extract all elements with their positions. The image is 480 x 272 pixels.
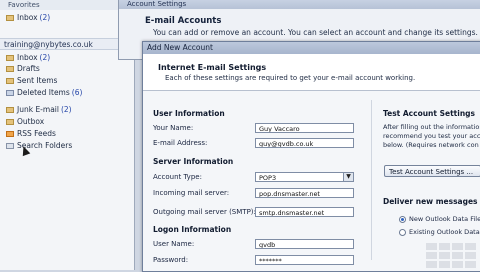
folder-count: (6) <box>71 88 83 97</box>
account-settings-title: Account Settings <box>119 0 480 9</box>
account-type-value: POP3 <box>259 174 277 182</box>
outgoing-mail-server-label: Outgoing mail server (SMTP): <box>153 208 256 216</box>
account-type-select[interactable]: POP3 ▼ <box>255 172 354 182</box>
folder-rss-feeds[interactable]: RSS Feeds <box>6 128 56 139</box>
favorite-inbox[interactable]: Inbox (2) <box>6 12 50 23</box>
test-instructions-line-2: recommend you test your account <box>383 132 480 140</box>
email-address-label: E-mail Address: <box>153 139 208 147</box>
folder-label: Outbox <box>17 117 45 126</box>
junk-email-icon <box>6 107 14 113</box>
rss-feeds-icon <box>6 131 14 137</box>
folder-label: Inbox <box>17 53 38 62</box>
add-new-account-dialog: Add New Account Internet E-mail Settings… <box>142 41 480 272</box>
internet-email-settings-title: Internet E-mail Settings <box>158 63 267 72</box>
account-type-label: Account Type: <box>153 173 202 181</box>
inbox-icon <box>6 15 14 21</box>
favorite-inbox-count: (2) <box>39 13 51 22</box>
folder-label: Deleted Items <box>17 88 70 97</box>
test-instructions-line-1: After filling out the information <box>383 123 480 131</box>
folder-junk-email[interactable]: Junk E-mail (2) <box>6 104 72 115</box>
sent-items-icon <box>6 78 14 84</box>
account-label: training@nybytes.co.uk <box>4 40 93 49</box>
dialog-title: Add New Account <box>143 42 480 54</box>
folder-drafts[interactable]: Drafts <box>6 63 40 74</box>
account-folder[interactable]: training@nybytes.co.uk <box>0 38 134 50</box>
deleted-items-icon <box>6 90 14 96</box>
folder-count: (2) <box>39 53 51 62</box>
navigation-pane: Favorites Inbox (2) training@nybytes.co.u… <box>0 0 135 270</box>
folder-label: Drafts <box>17 64 40 73</box>
inbox-icon <box>6 55 14 61</box>
test-account-settings-button[interactable]: Test Account Settings ... <box>384 165 480 177</box>
email-accounts-description: You can add or remove an account. You ca… <box>153 28 478 37</box>
folder-label: RSS Feeds <box>17 129 56 138</box>
folder-count: (2) <box>60 105 72 114</box>
outgoing-mail-server-input[interactable]: smtp.dnsmaster.net <box>255 207 354 217</box>
new-data-file-radio[interactable] <box>399 216 406 223</box>
your-name-input[interactable]: Guy Vaccaro <box>255 123 354 133</box>
folder-search-folders[interactable]: Search Folders <box>6 140 72 151</box>
column-divider <box>371 100 372 260</box>
watermark-logo <box>424 243 480 270</box>
folder-label: Sent Items <box>17 76 58 85</box>
folder-sent-items[interactable]: Sent Items <box>6 75 57 86</box>
user-information-heading: User Information <box>153 109 225 118</box>
favorite-inbox-label: Inbox <box>17 13 38 22</box>
folder-inbox[interactable]: Inbox (2) <box>6 52 50 63</box>
logon-information-heading: Logon Information <box>153 225 232 234</box>
dialog-header <box>143 54 480 91</box>
folder-outbox[interactable]: Outbox <box>6 116 44 127</box>
drafts-icon <box>6 66 14 72</box>
email-address-input[interactable]: guy@gvdb.co.uk <box>255 138 354 148</box>
internet-email-settings-description: Each of these settings are required to g… <box>165 74 416 82</box>
password-label: Password: <box>153 256 189 264</box>
favorites-header[interactable]: Favorites <box>0 0 134 10</box>
outbox-icon <box>6 119 14 125</box>
your-name-label: Your Name: <box>153 124 194 132</box>
test-instructions-line-3: below. (Requires network con <box>383 141 479 149</box>
search-folders-icon <box>6 143 14 149</box>
email-accounts-heading: E-mail Accounts <box>145 16 222 26</box>
incoming-mail-server-input[interactable]: pop.dnsmaster.net <box>255 188 354 198</box>
existing-data-file-radio[interactable] <box>399 229 406 236</box>
deliver-new-messages-heading: Deliver new messages to: <box>383 197 480 206</box>
new-data-file-label: New Outlook Data File <box>409 215 480 223</box>
chevron-down-icon[interactable]: ▼ <box>343 173 353 181</box>
server-information-heading: Server Information <box>153 157 234 166</box>
user-name-label: User Name: <box>153 240 195 248</box>
test-account-settings-heading: Test Account Settings <box>383 109 475 118</box>
folder-label: Junk E-mail <box>17 105 59 114</box>
folder-deleted-items[interactable]: Deleted Items (6) <box>6 87 82 98</box>
user-name-input[interactable]: gvdb <box>255 239 354 249</box>
incoming-mail-server-label: Incoming mail server: <box>153 189 230 197</box>
existing-data-file-label: Existing Outlook Data File <box>409 228 480 236</box>
password-input[interactable]: ******* <box>255 255 354 265</box>
